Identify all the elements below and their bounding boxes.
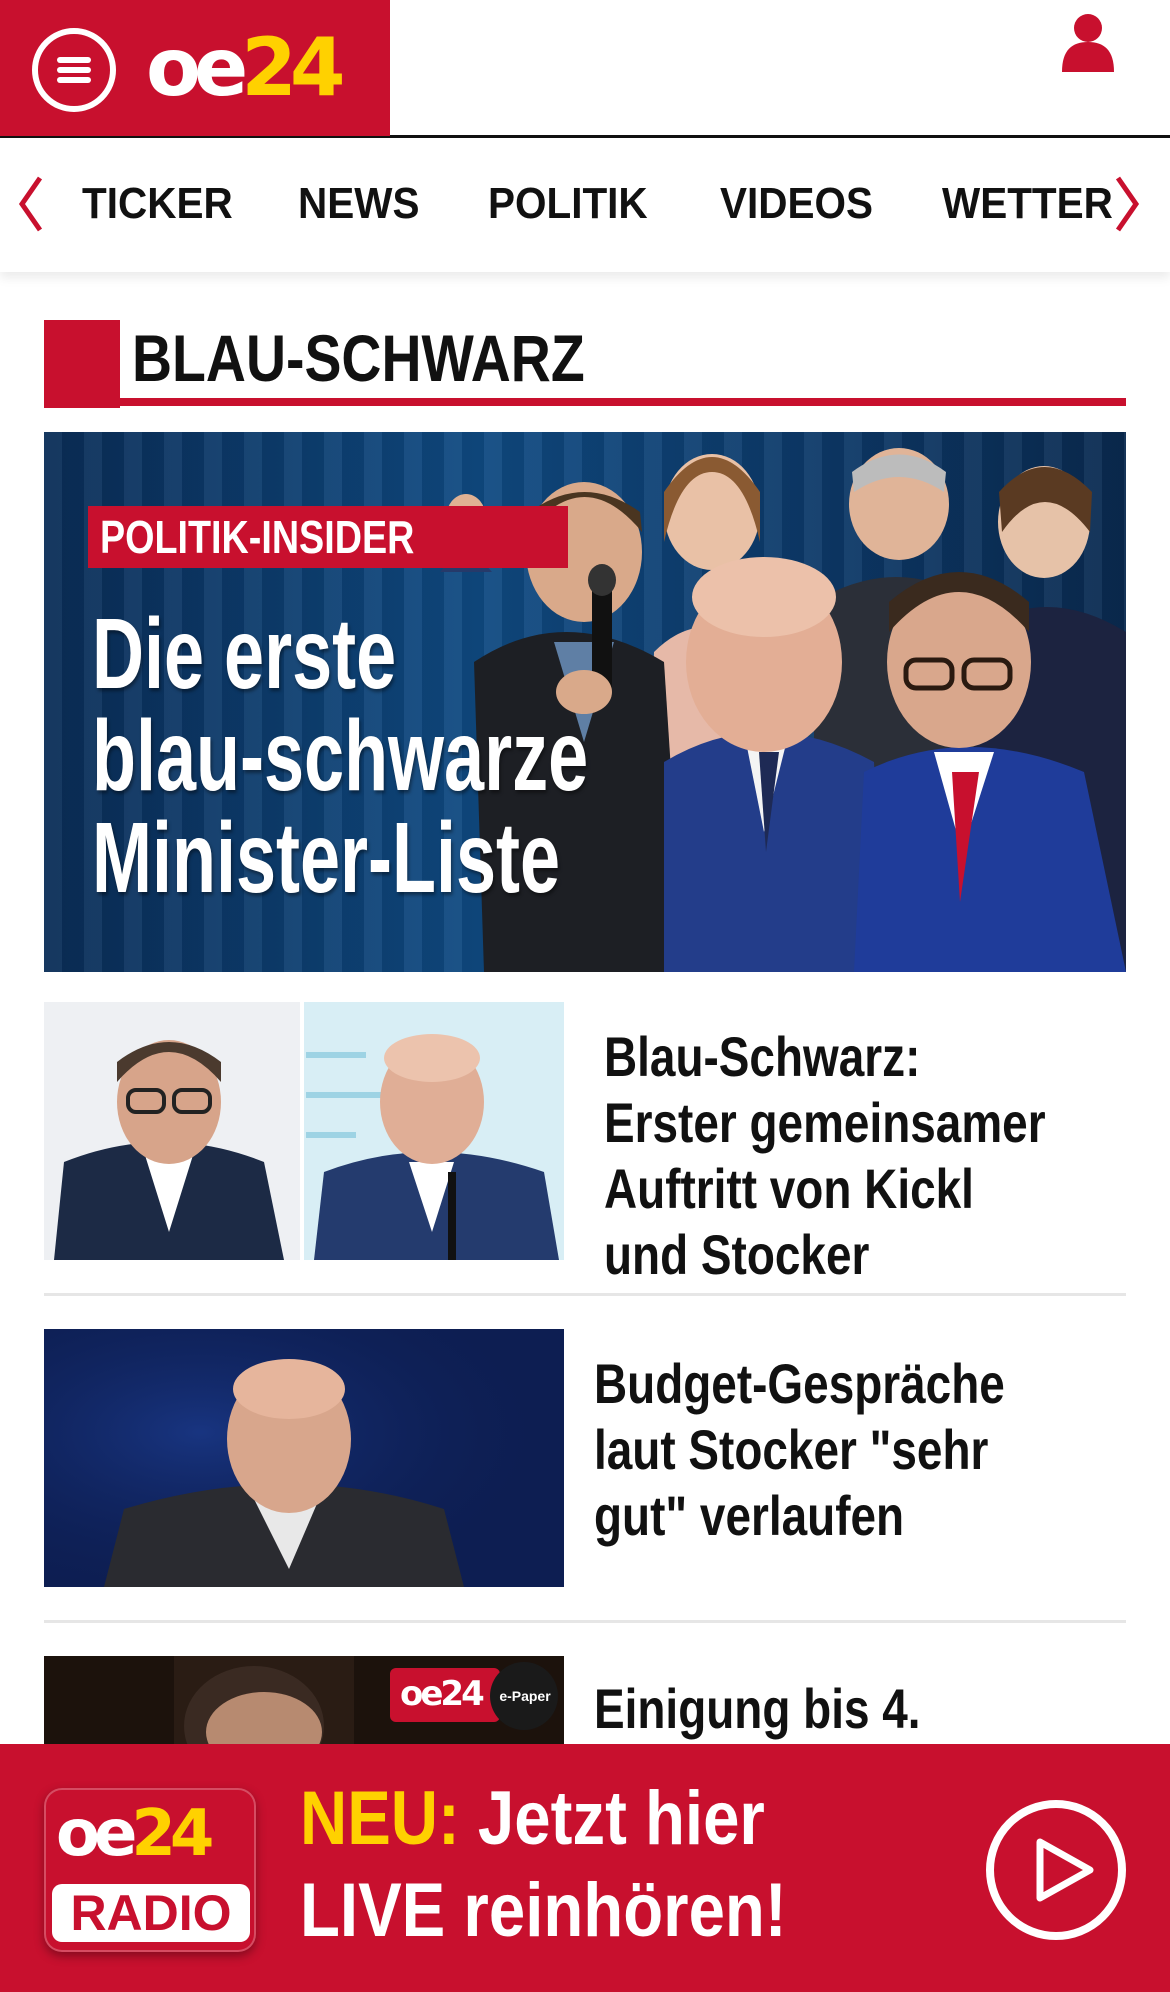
logo-prefix: oe [146, 21, 248, 114]
radio-logo[interactable]: oe24 RADIO [44, 1788, 256, 1952]
article-divider [44, 1620, 1126, 1623]
article-divider [44, 1293, 1126, 1296]
article-teaser[interactable]: Budget-Gespräche laut Stocker "sehr gut"… [44, 1329, 1126, 1587]
radio-new-label: NEU: [300, 1776, 460, 1861]
radio-headline-line-1: NEU: Jetzt hier [300, 1776, 765, 1862]
hero-headline-line-3: Minister-Liste [92, 802, 561, 914]
hero-headline-line-2: blau-schwarze [92, 700, 589, 812]
section-title[interactable]: BLAU-SCHWARZ [132, 322, 585, 394]
nav-item-wetter[interactable]: WETTER [942, 176, 1113, 232]
article-teaser[interactable]: oe24 e-Paper Einigung bis 4. Februar? [44, 1656, 1126, 1744]
brand-block: oe24 [0, 0, 390, 136]
chevron-left-icon[interactable] [14, 172, 46, 236]
article-thumbnail: oe24 e-Paper [44, 1656, 564, 1744]
radio-banner[interactable]: oe24 RADIO NEU: Jetzt hier LIVE reinhöre… [0, 1744, 1170, 1992]
article-thumbnail [44, 1002, 564, 1260]
logo-number: 24 [241, 21, 345, 114]
radio-logo-label: RADIO [70, 1885, 232, 1941]
category-nav: TICKER NEWS POLITIK VIDEOS WETTER [0, 138, 1170, 272]
hero-headline-line-1: Die erste [92, 598, 397, 710]
section-underline [120, 398, 1126, 406]
section-header: BLAU-SCHWARZ [44, 320, 1126, 408]
user-icon[interactable] [1060, 12, 1116, 72]
site-logo[interactable]: oe24 [146, 21, 346, 114]
play-icon[interactable] [986, 1800, 1126, 1940]
chevron-right-icon[interactable] [1112, 172, 1144, 236]
article-thumbnail [44, 1329, 564, 1587]
hero-badge: POLITIK-INSIDER [100, 511, 415, 563]
nav-item-news[interactable]: NEWS [298, 176, 419, 232]
article-title[interactable]: Einigung bis 4. Februar? [594, 1676, 1053, 1744]
article-title[interactable]: Blau-Schwarz: Erster gemeinsamer Auftrit… [604, 1024, 1063, 1288]
thumb-badge: e-Paper [499, 1688, 551, 1704]
hamburger-menu-icon[interactable] [32, 28, 116, 112]
article-title[interactable]: Budget-Gespräche laut Stocker "sehr gut"… [594, 1351, 1053, 1549]
section-marker [44, 320, 120, 408]
nav-item-politik[interactable]: POLITIK [488, 176, 648, 232]
radio-headline-text: Jetzt hier [459, 1776, 765, 1861]
hero-teaser[interactable]: POLITIK-INSIDER Die erste blau-schwarze … [44, 432, 1126, 972]
thumb-logo: oe24 [400, 1674, 485, 1714]
radio-logo-mark: oe24 [56, 1797, 214, 1871]
nav-item-videos[interactable]: VIDEOS [720, 176, 873, 232]
site-header: oe24 [0, 0, 1170, 138]
nav-item-ticker[interactable]: TICKER [82, 176, 233, 232]
radio-headline-line-2: LIVE reinhören! [300, 1868, 787, 1953]
article-teaser[interactable]: Blau-Schwarz: Erster gemeinsamer Auftrit… [44, 1002, 1126, 1286]
